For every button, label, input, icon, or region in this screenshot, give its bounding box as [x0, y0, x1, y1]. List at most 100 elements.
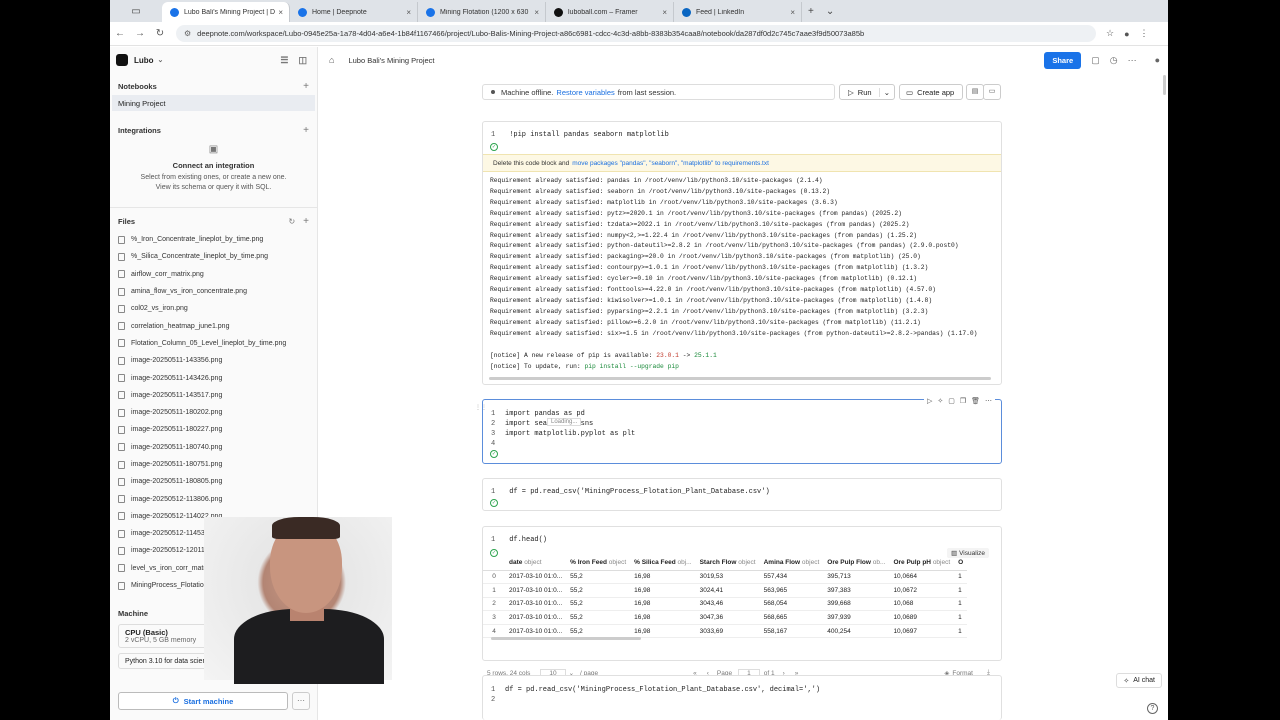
code-cell-read-csv-decimal[interactable]: 1 df = pd.read_csv('MiningProcess_Flotati…	[482, 675, 1002, 720]
code-cell-imports[interactable]: ▷ ✧ ▢ ❐ 🗑 ⋯ 1 import pandas as pd 2 import …	[475, 397, 1002, 464]
output-line: Requirement already satisfied: cycler>=0…	[490, 275, 917, 283]
home-icon[interactable]: ⌂	[329, 55, 334, 65]
file-item[interactable]: amina_flow_vs_iron_concentrate.png	[110, 283, 317, 300]
column-header[interactable]: % Iron Feed object	[566, 555, 631, 571]
browser-tab[interactable]: Mining Flotation (1200 x 630 ×	[418, 2, 546, 22]
run-cell-icon[interactable]: ▷	[927, 397, 932, 405]
column-header[interactable]: Amina Flow object	[759, 555, 824, 571]
tab-close-icon[interactable]: ×	[278, 8, 283, 17]
tab-close-icon[interactable]: ×	[406, 8, 411, 17]
forward-icon[interactable]: →	[130, 28, 150, 39]
browser-tab[interactable]: luboball.com – Framer ×	[546, 2, 674, 22]
history-icon[interactable]: ◷	[1110, 55, 1118, 66]
column-header[interactable]: O	[954, 555, 968, 571]
tab-favicon-icon	[426, 7, 435, 17]
file-item[interactable]: image-20250511-180227.png	[110, 421, 317, 438]
browser-tab[interactable]: Home | Deepnote ×	[290, 2, 418, 22]
notebook-item-mining-project[interactable]: Mining Project	[112, 95, 315, 111]
code-cell-df-head[interactable]: 1 df.head() ✓ ▥ Visualize date object% I…	[482, 526, 1002, 678]
browser-tab[interactable]: Feed | LinkedIn ×	[674, 2, 802, 22]
file-item[interactable]: image-20250511-180751.png	[110, 456, 317, 473]
column-header[interactable]: Ore Pulp Flow ob...	[823, 555, 890, 571]
add-integration-icon[interactable]: +	[303, 125, 309, 136]
drag-handle-icon[interactable]: ⋮⋮	[475, 404, 487, 411]
table-scrollbar[interactable]	[491, 637, 641, 640]
file-item[interactable]: image-20250511-143426.png	[110, 369, 317, 386]
refresh-icon[interactable]: ↻	[288, 217, 295, 226]
url-field[interactable]: ⚙ deepnote.com/workspace/Lubo-0945e25a-1…	[176, 25, 1096, 42]
add-file-icon[interactable]: +	[303, 216, 309, 227]
reload-icon[interactable]: ↻	[150, 28, 170, 39]
column-header[interactable]: Starch Flow object	[695, 555, 760, 571]
line-number: 2	[491, 420, 496, 428]
file-item[interactable]: Flotation_Column_05_Level_lineplot_by_ti…	[110, 335, 317, 352]
file-item[interactable]: %_Iron_Concentrate_lineplot_by_time.png	[110, 231, 317, 248]
file-name: airflow_corr_matrix.png	[131, 270, 204, 278]
file-icon	[118, 304, 125, 313]
code-cell-read-csv[interactable]: 1 df = pd.read_csv('MiningProcess_Flotat…	[482, 478, 1002, 511]
user-avatar[interactable]: ●	[1155, 55, 1160, 65]
file-item[interactable]: image-20250511-180202.png	[110, 404, 317, 421]
layout-icon[interactable]: ▤	[966, 84, 984, 100]
file-item[interactable]: airflow_corr_matrix.png	[110, 266, 317, 283]
workspace-switcher[interactable]: Lubo ⌄ ☰ ◫	[110, 47, 317, 73]
cell4-code[interactable]: df.head()	[509, 536, 547, 544]
run-dropdown-icon[interactable]: ⌄	[878, 87, 890, 97]
machine-more-button[interactable]: ⋯	[292, 692, 310, 710]
list-icon[interactable]: ☰	[280, 55, 288, 66]
file-item[interactable]: image-20250512-113806.png	[110, 490, 317, 507]
collapse-sidebar-icon[interactable]: ◫	[298, 55, 307, 66]
cell-more-icon[interactable]: ⋯	[985, 397, 992, 405]
present-icon[interactable]: ▭	[983, 84, 1001, 100]
file-item[interactable]: image-20250511-143517.png	[110, 387, 317, 404]
profile-icon[interactable]: ●	[1124, 29, 1129, 39]
connect-integration-title[interactable]: Connect an integration	[110, 161, 317, 171]
horizontal-scrollbar[interactable]	[489, 377, 991, 380]
comments-icon[interactable]: ▢	[1091, 55, 1100, 66]
bookmark-star-icon[interactable]: ☆	[1106, 28, 1114, 39]
cell1-code[interactable]: !pip install pandas seaborn matplotlib	[509, 131, 669, 139]
file-item[interactable]: correlation_heatmap_june1.png	[110, 317, 317, 334]
add-notebook-icon[interactable]: +	[303, 81, 309, 92]
run-button[interactable]: ▷ Run ⌄	[839, 84, 895, 100]
more-options-icon[interactable]: ⋯	[1128, 55, 1137, 66]
site-info-icon[interactable]: ⚙	[184, 29, 191, 38]
tab-close-icon[interactable]: ×	[662, 8, 667, 17]
code-text[interactable]: import pandas as pd	[505, 410, 585, 418]
help-icon[interactable]: ?	[1147, 703, 1158, 714]
tab-close-icon[interactable]: ×	[790, 8, 795, 17]
file-item[interactable]: image-20250511-180740.png	[110, 439, 317, 456]
comment-icon[interactable]: ▢	[948, 397, 955, 405]
project-title[interactable]: Lubo Bali's Mining Project	[348, 56, 434, 65]
success-check-icon: ✓	[490, 450, 498, 458]
tab-list-icon[interactable]: ⌄	[826, 6, 834, 17]
delete-icon[interactable]: 🗑	[971, 397, 980, 405]
file-item[interactable]: col02_vs_iron.png	[110, 300, 317, 317]
file-item[interactable]: %_Silica_Concentrate_lineplot_by_time.pn…	[110, 248, 317, 265]
tab-close-icon[interactable]: ×	[534, 8, 539, 17]
browser-tab[interactable]: Lubo Bali's Mining Project | D ×	[162, 2, 290, 22]
browser-menu-icon[interactable]: ⋮	[1140, 28, 1149, 39]
ai-icon[interactable]: ✧	[937, 397, 943, 405]
ai-chat-button[interactable]: ✧ AI chat	[1116, 673, 1162, 688]
tab-switcher-icon[interactable]: ▭	[116, 6, 156, 17]
notice1-text: [notice] A new release of pip is availab…	[490, 351, 657, 359]
page-scrollbar[interactable]	[1163, 75, 1166, 95]
column-header[interactable]: date object	[505, 555, 567, 571]
cell3-code[interactable]: df = pd.read_csv('MiningProcess_Flotatio…	[509, 488, 769, 496]
column-header[interactable]: Ore Pulp pH object	[889, 555, 955, 571]
copy-icon[interactable]: ❐	[960, 397, 966, 405]
file-item[interactable]: image-20250511-180805.png	[110, 473, 317, 490]
move-packages-link[interactable]: move packages "pandas", "seaborn", "matp…	[572, 160, 769, 167]
restore-variables-link[interactable]: Restore variables	[556, 88, 614, 97]
back-icon[interactable]: ←	[110, 28, 130, 39]
column-header[interactable]: % Silica Feed obj...	[630, 555, 696, 571]
new-tab-icon[interactable]: +	[808, 6, 814, 17]
code-text[interactable]: import matplotlib.pyplot as plt	[505, 430, 635, 438]
cell5-code[interactable]: df = pd.read_csv('MiningProcess_Flotatio…	[505, 686, 820, 694]
start-machine-button[interactable]: ⏻ Start machine	[118, 692, 288, 710]
create-app-button[interactable]: ▭ Create app	[899, 84, 963, 100]
code-cell-pip[interactable]: 1 !pip install pandas seaborn matplotlib…	[482, 121, 1002, 385]
file-item[interactable]: image-20250511-143356.png	[110, 352, 317, 369]
share-button[interactable]: Share	[1044, 51, 1082, 69]
